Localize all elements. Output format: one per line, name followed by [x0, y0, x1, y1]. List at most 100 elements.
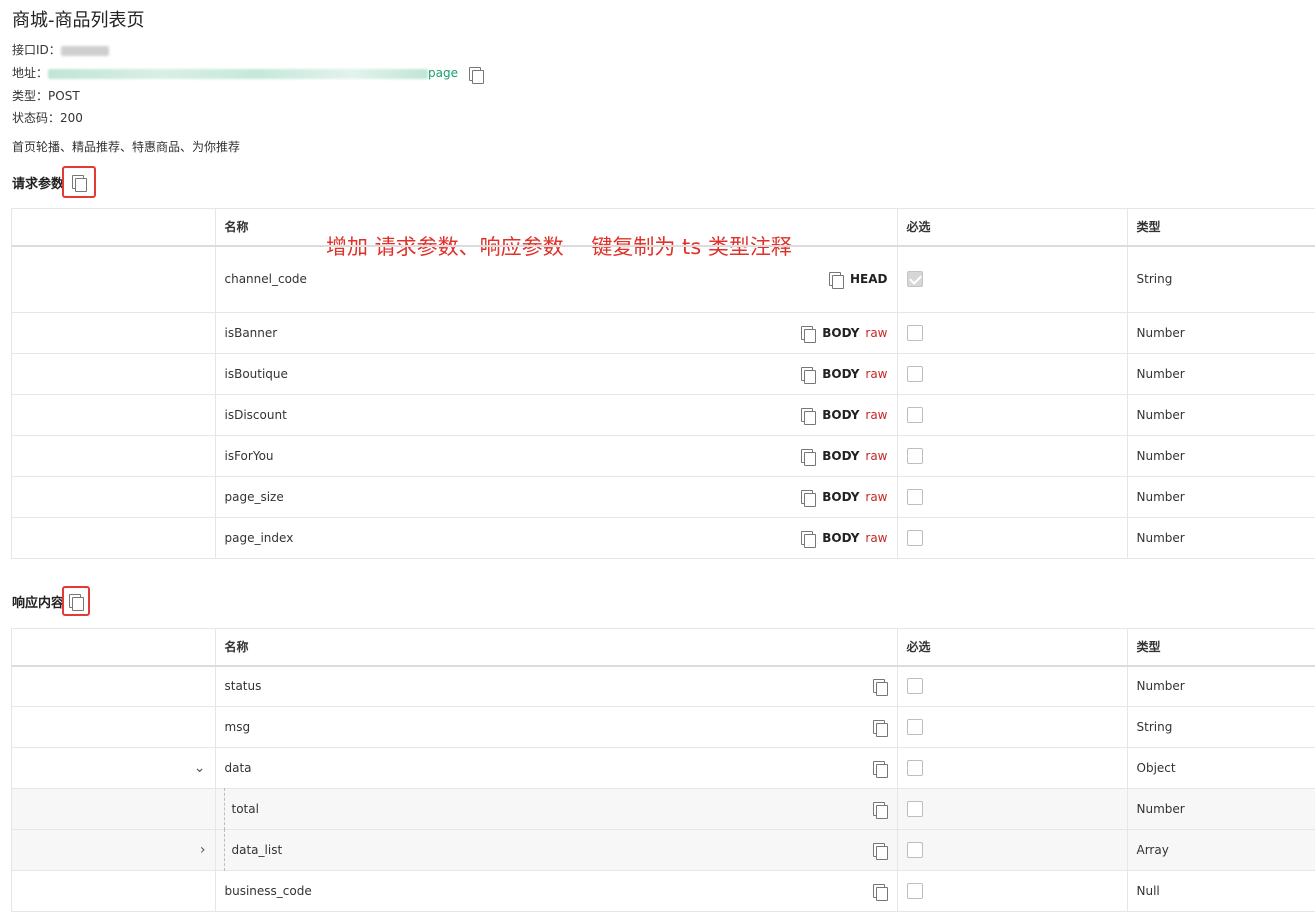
row-gutter — [11, 476, 216, 518]
required-checkbox[interactable] — [906, 325, 923, 341]
required-checkbox[interactable] — [906, 760, 923, 776]
param-location: BODY — [822, 326, 860, 340]
copy-icon[interactable] — [800, 325, 817, 343]
status-value: 200 — [60, 111, 83, 125]
param-name-cell: page_size BODY raw — [214, 476, 898, 518]
page-title: 商城-商品列表页 — [12, 10, 145, 31]
row-gutter — [11, 870, 216, 912]
param-type: Number — [1126, 353, 1315, 395]
param-name-cell: isBoutique BODY raw — [214, 353, 898, 395]
type-label: 类型： — [12, 89, 49, 103]
required-checkbox[interactable] — [906, 678, 923, 695]
required-checkbox[interactable] — [906, 842, 923, 858]
copy-icon[interactable] — [872, 760, 888, 778]
field-name: business_code — [224, 884, 312, 898]
row-gutter — [11, 788, 216, 830]
table-row: isBoutique BODY raw Number — [11, 353, 1315, 395]
request-section-title: 请求参数 — [12, 176, 65, 192]
field-type: Array — [1126, 829, 1315, 871]
copy-icon[interactable] — [800, 366, 817, 384]
table-row: isForYou BODY raw Number — [11, 435, 1315, 477]
required-cell — [896, 747, 1128, 789]
response-table: 名称 必选 类型 status Number msg String ⌄ data Objec… — [11, 628, 1315, 912]
chevron-down-icon[interactable]: ⌄ — [194, 760, 206, 776]
header-empty — [11, 208, 216, 247]
required-checkbox[interactable] — [906, 448, 923, 464]
copy-icon[interactable] — [872, 883, 888, 901]
param-name: isBanner — [224, 326, 278, 340]
required-cell — [896, 353, 1128, 395]
row-gutter: ⌄ — [11, 747, 216, 789]
copy-response-ts-button[interactable] — [62, 586, 91, 616]
required-checkbox[interactable] — [906, 271, 923, 288]
interface-id-line: 接口ID： — [12, 41, 109, 58]
address-line: 地址： page — [12, 64, 484, 84]
param-raw-badge: raw — [865, 367, 888, 381]
copy-icon[interactable] — [872, 842, 888, 860]
header-name: 名称 — [214, 628, 898, 667]
row-gutter — [11, 312, 216, 354]
field-type: Object — [1126, 747, 1315, 789]
param-name: isBoutique — [224, 367, 288, 381]
request-params-table: 名称 必选 类型 channel_code HEAD String isBanner B… — [11, 208, 1315, 559]
row-gutter — [11, 245, 216, 313]
required-checkbox[interactable] — [906, 530, 923, 546]
required-cell — [896, 394, 1128, 436]
param-type: Number — [1126, 435, 1315, 477]
required-cell — [896, 517, 1128, 559]
field-type: Null — [1126, 870, 1315, 912]
copy-icon[interactable] — [800, 489, 817, 507]
param-name-cell: channel_code HEAD — [214, 245, 898, 313]
status-line: 状态码：200 — [12, 109, 83, 126]
param-raw-badge: raw — [865, 326, 888, 340]
required-checkbox[interactable] — [906, 407, 923, 423]
copy-icon[interactable] — [800, 448, 817, 466]
param-name: isForYou — [224, 449, 274, 463]
field-name-cell: msg — [214, 706, 898, 748]
redacted-id — [60, 45, 109, 56]
param-raw-badge: raw — [865, 531, 888, 545]
param-type: Number — [1126, 394, 1315, 436]
copy-icon — [71, 174, 88, 192]
row-gutter — [11, 435, 216, 477]
table-header-row: 名称 必选 类型 — [11, 628, 1315, 667]
header-name: 名称 — [214, 208, 898, 247]
required-cell — [896, 706, 1128, 748]
copy-icon[interactable] — [800, 530, 817, 548]
field-name: total — [223, 788, 259, 830]
field-name-cell: business_code — [214, 870, 898, 912]
copy-icon[interactable] — [872, 719, 888, 737]
field-type: Number — [1126, 788, 1315, 830]
required-checkbox[interactable] — [906, 719, 923, 735]
required-checkbox[interactable] — [906, 489, 923, 505]
type-value: POST — [48, 89, 80, 103]
address-link[interactable]: page — [428, 66, 458, 80]
row-gutter — [11, 665, 216, 707]
table-row: channel_code HEAD String — [11, 245, 1315, 313]
copy-url-icon[interactable] — [468, 66, 484, 84]
param-location: BODY — [822, 408, 860, 422]
field-name: msg — [224, 720, 251, 734]
copy-icon[interactable] — [800, 407, 817, 425]
table-row: ⌄ data Object — [11, 747, 1315, 789]
copy-icon[interactable] — [872, 801, 888, 819]
required-checkbox[interactable] — [906, 883, 923, 899]
param-raw-badge: raw — [865, 449, 888, 463]
table-row: page_size BODY raw Number — [11, 476, 1315, 518]
chevron-right-icon[interactable]: › — [200, 842, 206, 858]
field-name: status — [224, 679, 262, 694]
response-section-header: 响应内容 — [12, 586, 91, 616]
param-name: channel_code — [224, 272, 307, 287]
table-row: isBanner BODY raw Number — [11, 312, 1315, 354]
row-gutter — [11, 394, 216, 436]
copy-icon[interactable] — [828, 271, 844, 290]
copy-request-ts-button[interactable] — [62, 166, 97, 198]
table-row: total Number — [11, 788, 1315, 830]
required-cell — [896, 829, 1128, 871]
param-raw-badge: raw — [865, 490, 888, 504]
required-cell — [896, 788, 1128, 830]
copy-icon[interactable] — [872, 678, 888, 697]
required-checkbox[interactable] — [906, 801, 923, 817]
required-checkbox[interactable] — [906, 366, 923, 382]
required-cell — [896, 245, 1128, 313]
